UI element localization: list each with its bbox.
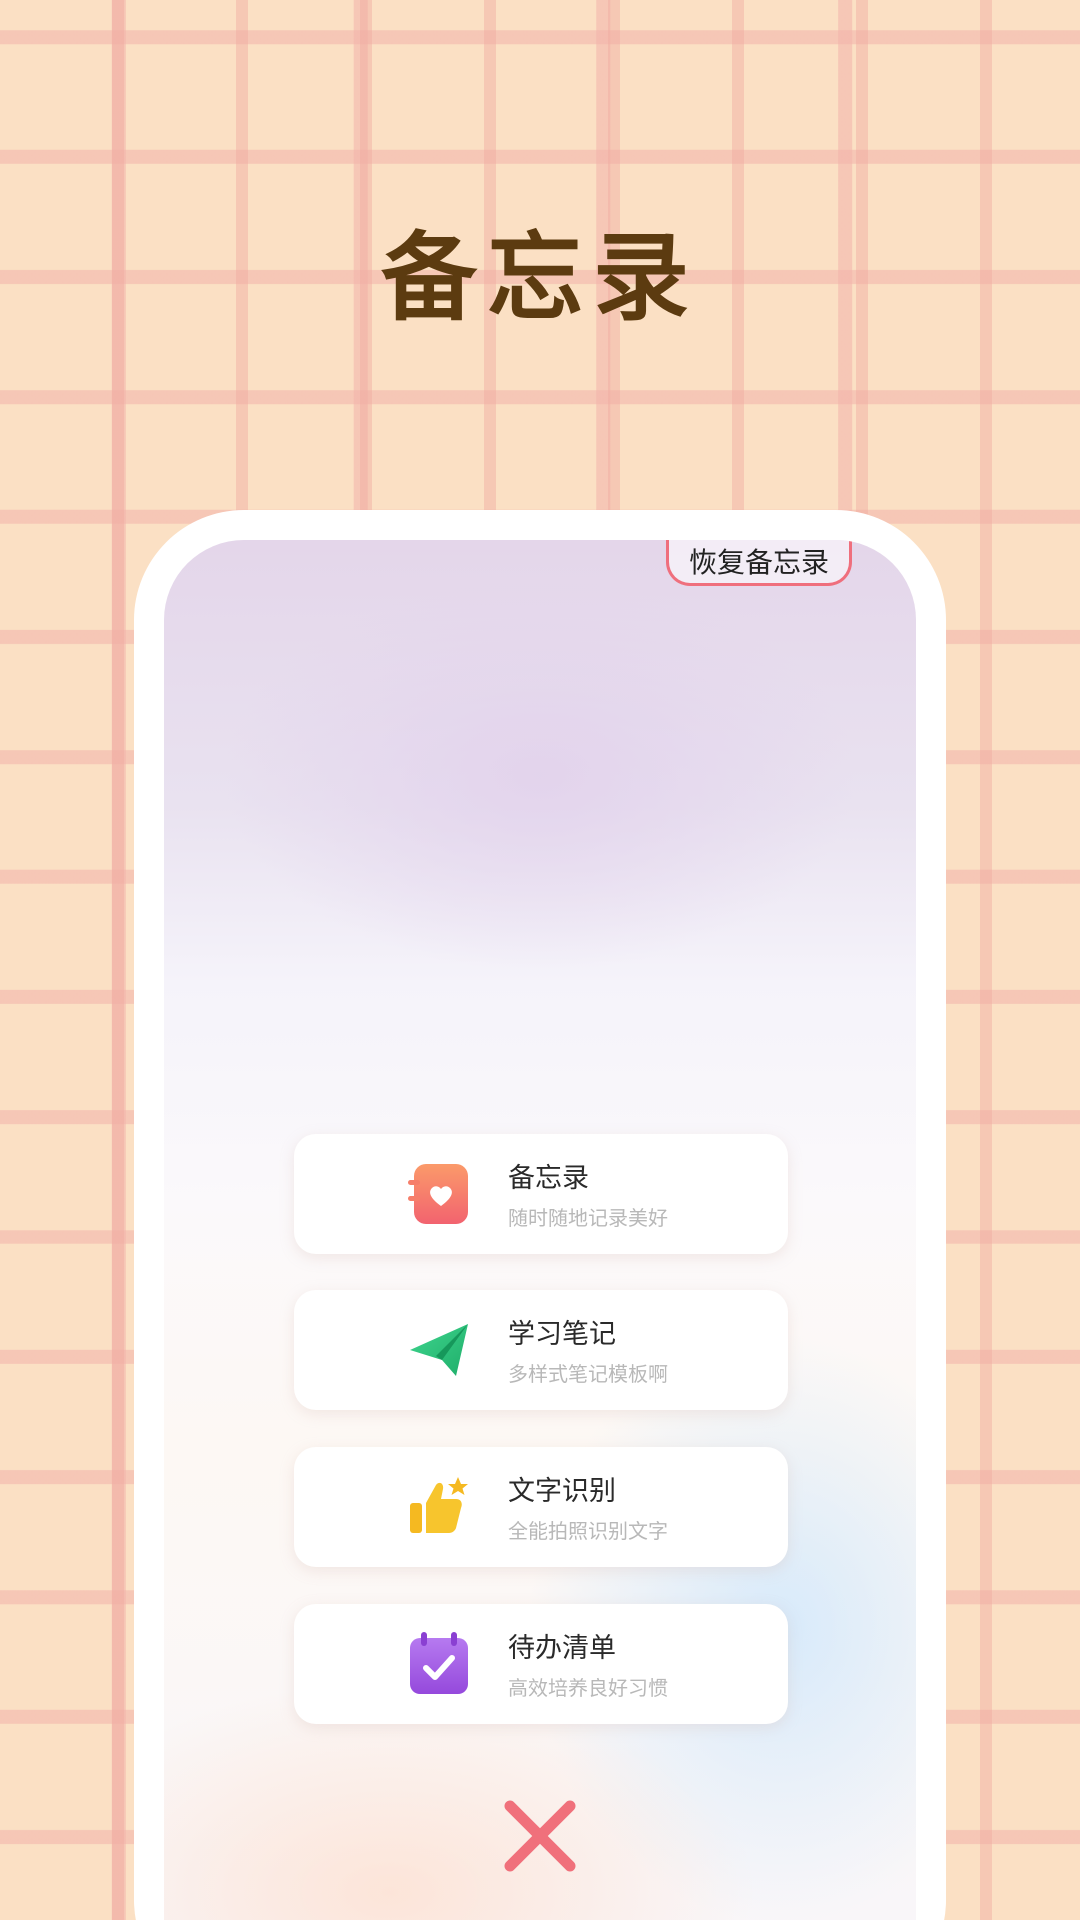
promo-headline: 备忘录 <box>381 222 699 334</box>
menu-item-subtitle: 多样式笔记模板啊 <box>508 1362 668 1386</box>
menu-item-subtitle: 高效培养良好习惯 <box>508 1676 668 1700</box>
calendar-check-icon <box>410 1632 468 1694</box>
menu-item-title: 学习笔记 <box>508 1319 616 1350</box>
menu-item-title: 待办清单 <box>508 1633 616 1664</box>
menu-item-subtitle: 全能拍照识别文字 <box>508 1519 668 1543</box>
menu-item-title: 文字识别 <box>508 1476 616 1507</box>
menu-item-text-recognition[interactable]: 文字识别 全能拍照识别文字 <box>294 1447 788 1567</box>
paper-plane-icon <box>410 1324 468 1376</box>
notebook-heart-icon <box>408 1164 468 1224</box>
menu-item-subtitle: 随时随地记录美好 <box>508 1206 668 1230</box>
restore-memo-button[interactable]: 恢复备忘录 <box>666 540 852 586</box>
menu-item-study-notes[interactable]: 学习笔记 多样式笔记模板啊 <box>294 1290 788 1410</box>
close-icon[interactable] <box>500 1796 580 1876</box>
menu-item-memo[interactable]: 备忘录 随时随地记录美好 <box>294 1134 788 1254</box>
menu-item-title: 备忘录 <box>508 1163 589 1194</box>
thumbs-up-star-icon <box>410 1477 468 1533</box>
menu-item-todo-list[interactable]: 待办清单 高效培养良好习惯 <box>294 1604 788 1724</box>
